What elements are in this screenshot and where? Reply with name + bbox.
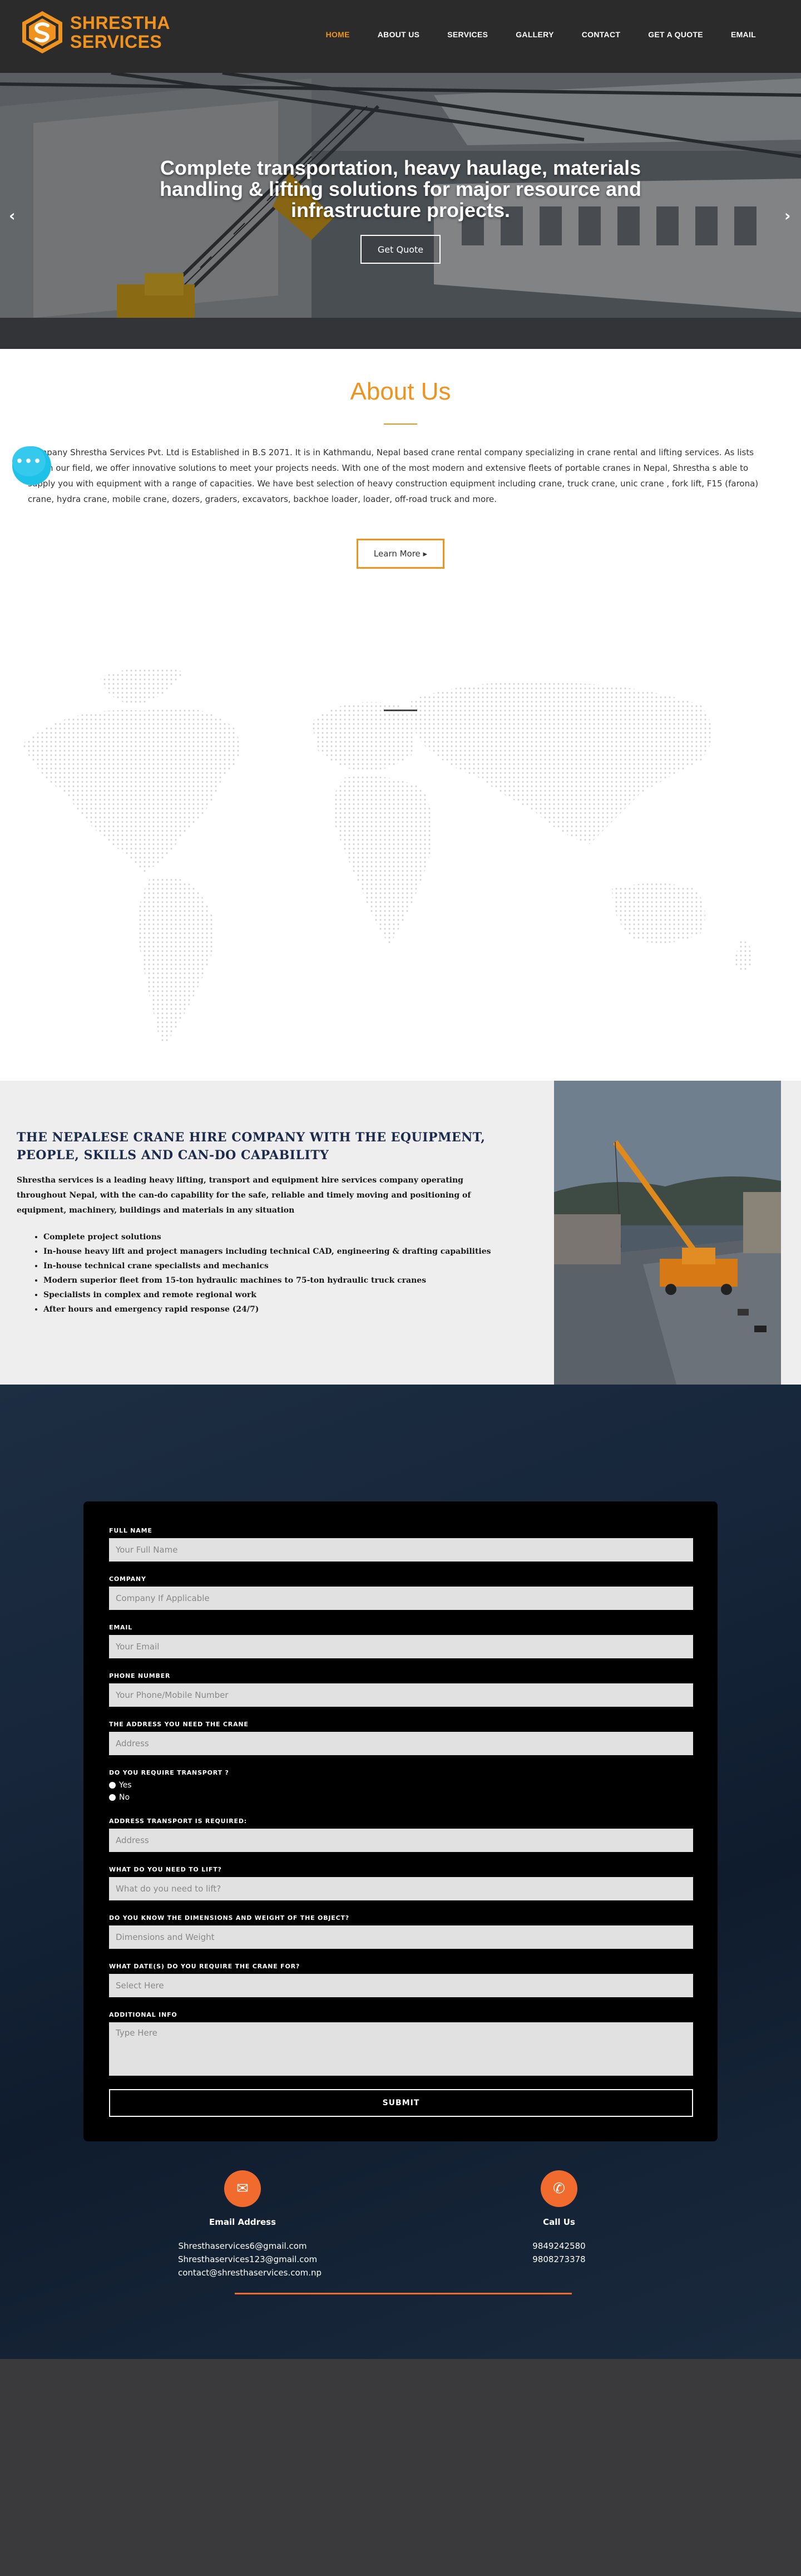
logo-line-1: SHRESTHA xyxy=(70,13,171,33)
date-select[interactable]: Select Here xyxy=(109,1974,693,1997)
radio-label: No xyxy=(119,1793,130,1802)
chat-widget[interactable]: ••• xyxy=(12,446,51,485)
list-item: Complete project solutions xyxy=(43,1230,530,1244)
crane-photo xyxy=(554,1081,781,1385)
transport-no-radio[interactable]: No xyxy=(109,1793,130,1802)
crane-address-label: THE ADDRESS YOU NEED THE CRANE xyxy=(109,1721,249,1728)
date-label: WHAT DATE(S) DO YOU REQUIRE THE CRANE FO… xyxy=(109,1963,300,1970)
nav-about-us[interactable]: ABOUT US xyxy=(364,30,434,39)
contact-divider xyxy=(235,2293,572,2294)
dimensions-label: DO YOU KNOW THE DIMENSIONS AND WEIGHT OF… xyxy=(109,1914,349,1922)
phone-list: 9849242580 9808273378 xyxy=(503,2239,615,2266)
list-item: In-house technical crane specialists and… xyxy=(43,1259,530,1273)
about-divider xyxy=(384,423,417,425)
phone-label: PHONE NUMBER xyxy=(109,1672,171,1679)
about-section: About Us Company Shrestha Services Pvt. … xyxy=(0,349,801,610)
about-title: About Us xyxy=(350,378,451,405)
crane-description: Shrestha services is a leading heavy lif… xyxy=(17,1176,471,1215)
phone-contact: ✆ Call Us 9849242580 9808273378 xyxy=(503,2170,615,2266)
email-input[interactable]: Your Email xyxy=(109,1635,693,1658)
list-item: Modern superior fleet from 15-ton hydrau… xyxy=(43,1273,530,1288)
chevron-right-icon[interactable]: › xyxy=(784,206,791,225)
email-contact: ✉ Email Address Shresthaservices6@gmail.… xyxy=(178,2170,322,2279)
quote-form: FULL NAME Your Full Name COMPANY Company… xyxy=(83,1501,718,2141)
radio-icon xyxy=(109,1782,116,1789)
about-text: Company Shrestha Services Pvt. Ltd is Es… xyxy=(28,447,759,504)
logo-icon xyxy=(20,10,65,55)
world-map-section xyxy=(0,610,801,1081)
chevron-left-icon[interactable]: ‹ xyxy=(9,206,16,225)
list-item: Specialists in complex and remote region… xyxy=(43,1288,530,1302)
logo-text: SHRESTHA SERVICES xyxy=(70,13,170,51)
nav-gallery[interactable]: GALLERY xyxy=(502,30,567,39)
envelope-icon: ✉ xyxy=(224,2170,261,2207)
transport-yes-radio[interactable]: Yes xyxy=(109,1781,132,1790)
list-item: In-house heavy lift and project managers… xyxy=(43,1244,530,1259)
phone-link[interactable]: 9849242580 xyxy=(503,2239,615,2253)
full-name-input[interactable]: Your Full Name xyxy=(109,1538,693,1562)
full-name-label: FULL NAME xyxy=(109,1527,152,1534)
company-label: COMPANY xyxy=(109,1575,146,1583)
main-nav: HOME ABOUT US SERVICES GALLERY CONTACT G… xyxy=(312,30,770,39)
site-header: SHRESTHA SERVICES HOME ABOUT US SERVICES… xyxy=(0,0,801,73)
hero-title: Complete transportation, heavy haulage, … xyxy=(159,156,642,221)
capabilities-list: Complete project solutions In-house heav… xyxy=(29,1230,530,1317)
crane-address-input[interactable]: Address xyxy=(109,1732,693,1755)
map-divider xyxy=(384,710,417,711)
email-link[interactable]: Shresthaservices123@gmail.com xyxy=(178,2253,317,2266)
chat-icon: ••• xyxy=(12,446,46,476)
nav-email[interactable]: EMAIL xyxy=(717,30,770,39)
learn-more-button[interactable]: Learn More ▸ xyxy=(357,539,444,569)
nav-contact[interactable]: CONTACT xyxy=(568,30,635,39)
page: SHRESTHA SERVICES HOME ABOUT US SERVICES… xyxy=(0,0,801,2576)
world-map-icon xyxy=(0,610,801,1081)
logo-line-2: SERVICES xyxy=(70,32,162,52)
hero-slider: Complete transportation, heavy haulage, … xyxy=(0,73,801,349)
list-item: After hours and emergency rapid response… xyxy=(43,1302,530,1317)
nav-home[interactable]: HOME xyxy=(312,30,364,39)
email-list: Shresthaservices6@gmail.com Shresthaserv… xyxy=(178,2239,322,2279)
logo[interactable]: SHRESTHA SERVICES xyxy=(20,10,170,55)
additional-info-textarea[interactable]: Type Here xyxy=(109,2022,693,2076)
email-title: Email Address xyxy=(209,2217,276,2227)
transport-address-label: ADDRESS TRANSPORT IS REQUIRED: xyxy=(109,1818,247,1825)
radio-label: Yes xyxy=(119,1781,132,1790)
crane-title: THE NEPALESE CRANE HIRE COMPANY WITH THE… xyxy=(17,1130,486,1163)
lift-label: WHAT DO YOU NEED TO LIFT? xyxy=(109,1866,222,1873)
phone-icon: ✆ xyxy=(541,2170,577,2207)
nav-services[interactable]: SERVICES xyxy=(433,30,502,39)
transport-address-input[interactable]: Address xyxy=(109,1829,693,1852)
call-title: Call Us xyxy=(543,2217,575,2227)
quote-form-section: FULL NAME Your Full Name COMPANY Company… xyxy=(0,1385,801,2359)
nav-get-a-quote[interactable]: GET A QUOTE xyxy=(634,30,717,39)
submit-button[interactable]: SUBMIT xyxy=(109,2089,693,2117)
email-link[interactable]: contact@shresthaservices.com.np xyxy=(178,2266,322,2279)
company-input[interactable]: Company If Applicable xyxy=(109,1587,693,1610)
radio-icon xyxy=(109,1794,116,1801)
phone-input[interactable]: Your Phone/Mobile Number xyxy=(109,1683,693,1707)
additional-info-label: ADDITIONAL INFO xyxy=(109,2011,177,2018)
transport-label: DO YOU REQUIRE TRANSPORT ? xyxy=(109,1769,229,1776)
dimensions-input[interactable]: Dimensions and Weight xyxy=(109,1925,693,1949)
phone-link[interactable]: 9808273378 xyxy=(503,2253,615,2266)
crane-hire-section: THE NEPALESE CRANE HIRE COMPANY WITH THE… xyxy=(0,1081,801,1385)
get-quote-button[interactable]: Get Quote xyxy=(360,235,441,264)
lift-input[interactable]: What do you need to lift? xyxy=(109,1877,693,1900)
footer xyxy=(0,2359,801,2576)
email-link[interactable]: Shresthaservices6@gmail.com xyxy=(178,2239,307,2253)
email-label: EMAIL xyxy=(109,1624,133,1631)
